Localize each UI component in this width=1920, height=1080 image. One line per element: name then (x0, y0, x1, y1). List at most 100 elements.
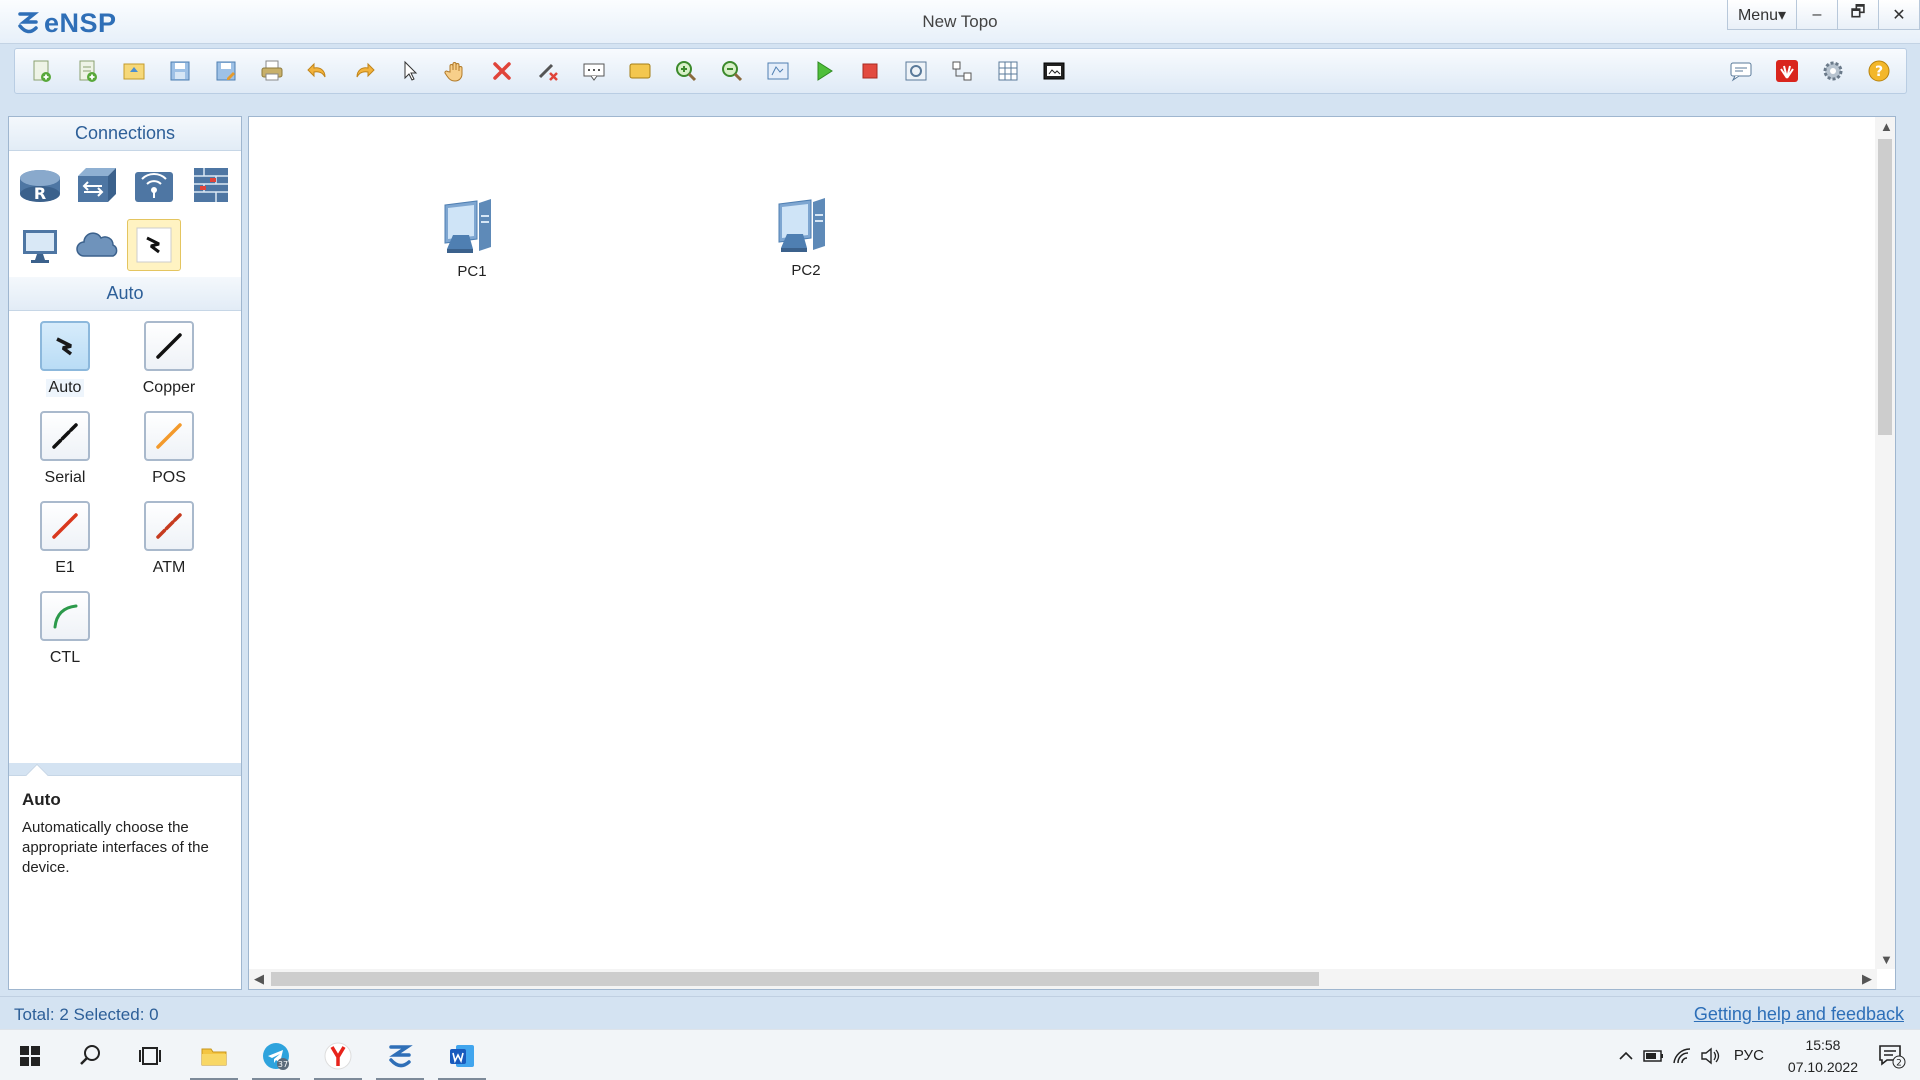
stop-device-icon[interactable] (847, 49, 893, 93)
description-title: Auto (22, 790, 61, 809)
window-controls: Menu▾ – 🗗 ✕ (1727, 0, 1920, 30)
fit-window-icon[interactable] (755, 49, 801, 93)
delete-link-icon[interactable] (525, 49, 571, 93)
open-icon[interactable] (111, 49, 157, 93)
cable-auto[interactable]: Auto (13, 321, 117, 397)
cable-serial[interactable]: Serial (13, 411, 117, 487)
zoom-in-icon[interactable] (663, 49, 709, 93)
firewall-category[interactable] (184, 159, 238, 211)
help-feedback-link[interactable]: Getting help and feedback (1694, 1004, 1904, 1025)
search-icon (80, 1044, 100, 1065)
speaker-icon (1701, 1047, 1720, 1064)
grid-icon[interactable] (985, 49, 1031, 93)
scroll-right-icon[interactable]: ▶ (1862, 971, 1872, 987)
save-as-icon[interactable] (203, 49, 249, 93)
screenshot-icon[interactable] (1031, 49, 1077, 93)
scroll-up-icon[interactable]: ▲ (1880, 119, 1893, 134)
switch-category[interactable] (70, 159, 124, 211)
scroll-left-icon[interactable]: ◀ (254, 971, 264, 987)
select-pointer-icon[interactable] (387, 49, 433, 93)
minimize-button[interactable]: – (1796, 0, 1838, 30)
restore-button[interactable]: 🗗 (1837, 0, 1879, 30)
start-device-icon[interactable] (801, 49, 847, 93)
chevron-up-icon (1619, 1051, 1633, 1060)
notification-center[interactable]: 2 (1872, 1030, 1912, 1080)
huawei-icon[interactable] (1764, 49, 1810, 93)
notification-count: 2 (1896, 1058, 1902, 1068)
horizontal-scroll-thumb[interactable] (271, 972, 1319, 986)
svg-text:?: ? (1875, 64, 1883, 80)
undo-icon[interactable] (295, 49, 341, 93)
telegram-icon: 37 (263, 1042, 289, 1070)
device-palette: Connections R Auto Auto Copper Serial PO… (8, 116, 242, 990)
toolbar-right-group: ? (1718, 49, 1902, 93)
auto-header: Auto (9, 277, 241, 311)
close-button[interactable]: ✕ (1878, 0, 1920, 30)
taskbar-telegram[interactable]: 37 (248, 1030, 304, 1080)
cable-pos[interactable]: POS (117, 411, 221, 487)
topology-icon[interactable] (939, 49, 985, 93)
text-note-icon[interactable] (571, 49, 617, 93)
zoom-out-icon[interactable] (709, 49, 755, 93)
save-icon[interactable] (157, 49, 203, 93)
taskbar-ensp[interactable] (372, 1030, 428, 1080)
palette-icon[interactable] (617, 49, 663, 93)
help-icon[interactable]: ? (1856, 49, 1902, 93)
chat-feedback-icon[interactable] (1718, 49, 1764, 93)
node-pc1[interactable]: PC1 (427, 195, 517, 280)
topology-canvas[interactable]: PC1 PC2 ▲ ▼ ◀ ▶ (248, 116, 1896, 990)
taskbar-yandex-browser[interactable] (310, 1030, 366, 1080)
wlan-category[interactable] (127, 159, 181, 211)
router-icon: R (20, 170, 60, 203)
cable-ctl[interactable]: CTL (13, 591, 117, 667)
ensp-app-icon (389, 1044, 413, 1067)
switch-icon (78, 168, 116, 202)
redo-icon[interactable] (341, 49, 387, 93)
pos-cable-icon (156, 423, 182, 449)
new-lab-icon[interactable] (65, 49, 111, 93)
settings-gear-icon[interactable] (1810, 49, 1856, 93)
serial-cable-icon (52, 423, 78, 449)
end-device-category[interactable] (13, 219, 67, 271)
vertical-scrollbar[interactable]: ▲ ▼ (1875, 117, 1895, 969)
firewall-icon (194, 168, 228, 202)
new-topo-icon[interactable] (19, 49, 65, 93)
start-button[interactable] (2, 1030, 58, 1080)
task-view-button[interactable] (122, 1030, 178, 1080)
scroll-down-icon[interactable]: ▼ (1880, 952, 1893, 967)
clock[interactable]: 15:58 07.10.2022 (1788, 1034, 1858, 1078)
delete-icon[interactable] (479, 49, 525, 93)
network-indicator[interactable] (1668, 1030, 1696, 1080)
input-language[interactable]: РУС (1734, 1047, 1764, 1064)
print-icon[interactable] (249, 49, 295, 93)
cable-e1[interactable]: E1 (13, 501, 117, 577)
auto-cable-icon (56, 337, 73, 356)
menu-button[interactable]: Menu▾ (1727, 0, 1797, 30)
show-hidden-icons[interactable] (1612, 1030, 1640, 1080)
volume-indicator[interactable] (1696, 1030, 1724, 1080)
vertical-scroll-thumb[interactable] (1878, 139, 1892, 435)
connections-category[interactable] (127, 219, 181, 271)
taskbar-file-explorer[interactable] (186, 1030, 242, 1080)
taskbar-word[interactable] (434, 1030, 490, 1080)
cable-copper[interactable]: Copper (117, 321, 221, 397)
device-category-grid: R (9, 151, 241, 277)
cloud-category[interactable] (70, 219, 124, 271)
folder-icon (201, 1048, 227, 1065)
horizontal-scrollbar[interactable]: ◀ ▶ (249, 969, 1877, 989)
battery-indicator[interactable] (1640, 1030, 1668, 1080)
notification-icon: 2 (1879, 1044, 1906, 1068)
router-category[interactable]: R (13, 159, 67, 211)
pc-icon (444, 199, 491, 253)
node-pc2[interactable]: PC2 (761, 194, 851, 279)
search-button[interactable] (62, 1030, 118, 1080)
hand-pan-icon[interactable] (433, 49, 479, 93)
status-bar: Total: 2 Selected: 0 Getting help and fe… (0, 996, 1920, 1028)
capture-data-icon[interactable] (893, 49, 939, 93)
cloud-icon (76, 232, 118, 257)
cable-atm[interactable]: ATM (117, 501, 221, 577)
system-tray: РУС 15:58 07.10.2022 2 (1612, 1030, 1912, 1080)
telegram-badge: 37 (278, 1060, 288, 1069)
svg-text:R: R (34, 184, 46, 203)
e1-cable-icon (52, 513, 78, 539)
